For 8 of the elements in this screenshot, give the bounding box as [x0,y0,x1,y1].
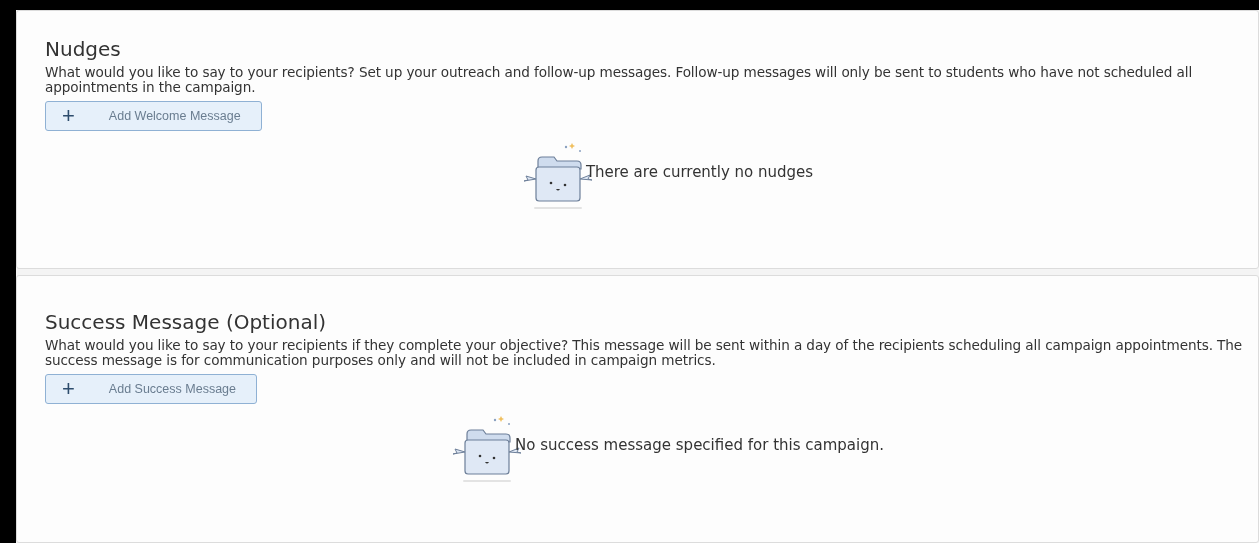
section-title: Success Message (Optional) [45,309,328,334]
empty-state-message: There are currently no nudges [585,163,814,181]
section-description: What would you like to say to your recipients? Set up your outreach and follow-up messages. Follow-up messages will only be sent to students who have not scheduled all appointments in the campaign. [45,65,1194,95]
add-button[interactable]: + Add Success Message [45,373,257,404]
section-description: What would you like to say to your recipients if they complete your objective? This message will be sent within a day of the recipients scheduling all campaign appointments. The success message is for communication purposes only and will not be included in campaign metrics. [45,337,1244,368]
add-button[interactable]: + Add Welcome Message [45,101,262,131]
empty-state-message: No success message specified for this campaign. [515,435,884,454]
section-title: Nudges [45,37,122,61]
